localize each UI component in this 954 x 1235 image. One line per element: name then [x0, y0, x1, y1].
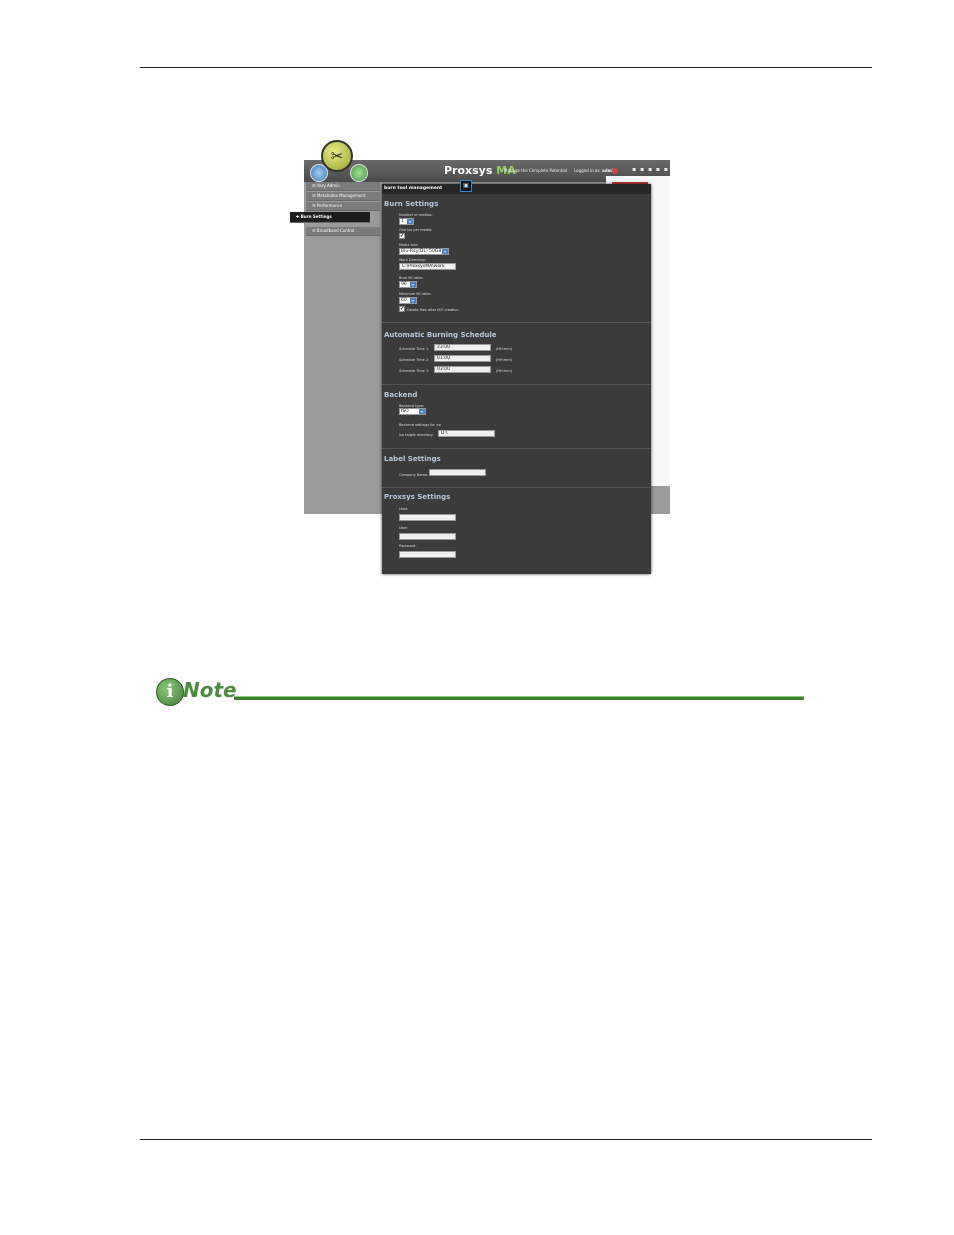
burn-fill-label: Burn fill ratio:	[399, 276, 423, 280]
sidebar-item-metaindex[interactable]: ☰ MetaIndex Management	[306, 192, 380, 201]
schedule-3-input[interactable]: 03:00	[434, 366, 491, 373]
company-name-input[interactable]	[429, 469, 486, 476]
panel-icon: ▣	[460, 180, 472, 192]
sidebar-item-vary-admin[interactable]: ☰ Vary Admin	[306, 182, 380, 191]
note-heading: Note	[183, 678, 237, 702]
chevron-down-icon: ▾	[442, 249, 448, 254]
separator	[382, 384, 651, 385]
proxsys-settings-heading: Proxsys Settings	[384, 493, 451, 501]
sidebar-item-burn-settings[interactable]: ✚ Burn Settings	[290, 212, 370, 223]
footer-rule	[140, 1139, 872, 1140]
media-size-value: Blu-Ray(DL) 50GB	[401, 249, 442, 254]
burn-fill-value: 96	[401, 282, 407, 287]
host-label: Host:	[399, 507, 409, 511]
separator	[382, 448, 651, 449]
iso-target-label: Iso target directory:	[399, 433, 434, 437]
schedule-3-unit: (HH:mm)	[496, 369, 512, 373]
schedule-1-unit: (HH:mm)	[496, 347, 512, 351]
schedule-1-input[interactable]: 23:00	[434, 344, 491, 351]
backend-heading: Backend	[384, 391, 418, 399]
note-banner: i Note	[156, 676, 806, 706]
work-dir-label: Work Directory:	[399, 258, 427, 262]
schedule-2-input[interactable]: 01:00	[434, 355, 491, 362]
iso-target-input[interactable]: D:\	[438, 430, 495, 437]
delete-files-label: Delete files after ISO creation	[407, 308, 459, 312]
num-medias-label: Number of medias:	[399, 213, 433, 217]
burn-tool-panel: burn tool management ▣ Burn Settings Num…	[382, 180, 651, 574]
delete-files-checkbox[interactable]: ✔	[399, 306, 405, 312]
media-size-select[interactable]: Blu-Ray(DL) 50GB ▾	[399, 248, 449, 255]
sidebar: ☰ Vary Admin ☰ MetaIndex Management ☰ Pe…	[290, 182, 380, 237]
one-iso-checkbox[interactable]: ✔	[399, 233, 405, 239]
password-input[interactable]	[399, 551, 456, 558]
chevron-down-icon: ▾	[410, 282, 416, 287]
min-fill-select[interactable]: 60 ▾	[399, 297, 417, 304]
chevron-down-icon: ▾	[419, 409, 425, 414]
add-icon[interactable]	[350, 164, 368, 182]
logo-main: Proxsys	[444, 164, 493, 177]
media-size-label: Media size:	[399, 243, 419, 247]
min-fill-label: Minimum fill ratio:	[399, 292, 431, 296]
separator	[382, 322, 651, 323]
one-iso-label: One iso per media:	[399, 228, 433, 232]
backend-type-select[interactable]: ISO ▾	[399, 408, 426, 415]
logout-icon[interactable]	[612, 168, 618, 174]
password-label: Password:	[399, 544, 417, 548]
user-label: User:	[399, 526, 409, 530]
chevron-down-icon: ▾	[410, 298, 416, 303]
burn-fill-select[interactable]: 96 ▾	[399, 281, 417, 288]
schedule-2-unit: (HH:mm)	[496, 358, 512, 362]
info-icon: i	[156, 678, 184, 706]
chevron-down-icon: ▾	[407, 219, 413, 224]
tagline: Manage the Complete Potential	[504, 168, 568, 173]
note-rule	[234, 696, 804, 700]
panel-title: burn tool management	[382, 184, 651, 194]
separator	[382, 487, 651, 488]
backend-settings-label: Backend settings for iso	[399, 423, 442, 427]
login-prefix: Logged in as:	[574, 168, 601, 173]
tools-icon[interactable]: ✂	[321, 140, 353, 172]
label-settings-heading: Label Settings	[384, 455, 441, 463]
work-dir-input[interactable]: C:\ProxsysMA\work	[399, 263, 456, 270]
host-input[interactable]	[399, 514, 456, 521]
schedule-3-label: Schedule Time 3:	[399, 369, 430, 373]
schedule-heading: Automatic Burning Schedule	[384, 331, 497, 339]
sidebar-item-performance[interactable]: ☰ Performance	[306, 202, 380, 211]
header-rule	[140, 67, 872, 68]
burn-settings-heading: Burn Settings	[384, 200, 439, 208]
sidebar-item-broadband[interactable]: ☰ Broadband Control	[306, 227, 380, 236]
company-name-label: Company Name:	[399, 473, 429, 477]
login-status: Logged in as: admin	[574, 168, 616, 173]
user-input[interactable]	[399, 533, 456, 540]
num-medias-value: 1	[401, 219, 404, 224]
min-fill-value: 60	[401, 298, 407, 303]
screenshot: Proxsys MA Manage the Complete Potential…	[288, 136, 672, 580]
schedule-1-label: Schedule Time 1:	[399, 347, 430, 351]
schedule-2-label: Schedule Time 2:	[399, 358, 430, 362]
backend-type-value: ISO	[401, 409, 409, 414]
toolbar-icons[interactable]: ▪ ▪ ▪ ▪ ▪	[632, 166, 669, 173]
num-medias-select[interactable]: 1 ▾	[399, 218, 414, 225]
